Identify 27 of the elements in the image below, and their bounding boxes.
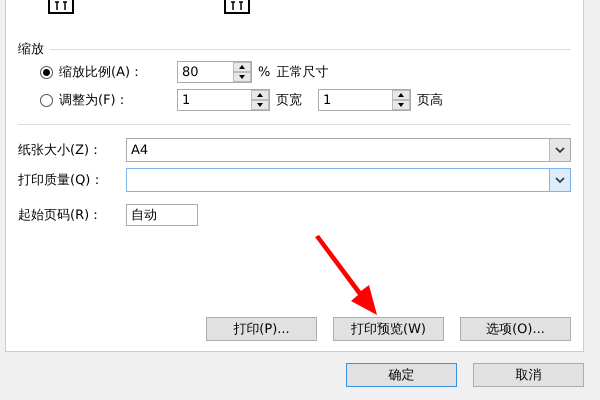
- radio-button[interactable]: [40, 94, 53, 106]
- note-label: 正常尺寸: [276, 64, 328, 81]
- spin-buttons[interactable]: [251, 90, 269, 110]
- field-label: 纸张大小(Z)：: [18, 142, 104, 159]
- action-button[interactable]: 打印(P)...: [206, 317, 317, 341]
- spin-buttons[interactable]: [233, 62, 251, 82]
- dialog-button[interactable]: 取消: [473, 363, 584, 387]
- dialog-button[interactable]: 确定: [346, 363, 457, 387]
- radio-label: 调整为(F)：: [59, 92, 130, 109]
- spin-buttons[interactable]: [392, 90, 410, 110]
- unit-label: 页高: [417, 92, 443, 109]
- field-label: 起始页码(R)：: [18, 207, 104, 224]
- radio-label: 缩放比例(A)：: [59, 64, 144, 81]
- action-button[interactable]: 打印预览(W): [333, 317, 444, 341]
- number-field[interactable]: 1: [318, 89, 411, 111]
- chevron-down-icon: [555, 177, 565, 183]
- section-heading: 缩放: [18, 41, 44, 58]
- unit-label: %: [258, 64, 270, 80]
- action-button[interactable]: 选项(O)...: [460, 317, 571, 341]
- radio-button[interactable]: [40, 66, 53, 78]
- field-label: 打印质量(Q)：: [18, 172, 104, 189]
- paper-size-dropdown[interactable]: A4: [126, 138, 571, 162]
- number-field[interactable]: 80: [177, 61, 252, 83]
- chevron-down-icon: [555, 147, 565, 153]
- number-field[interactable]: 1: [177, 89, 270, 111]
- unit-label: 页宽: [276, 92, 303, 109]
- first-page-field[interactable]: 自动: [126, 204, 198, 226]
